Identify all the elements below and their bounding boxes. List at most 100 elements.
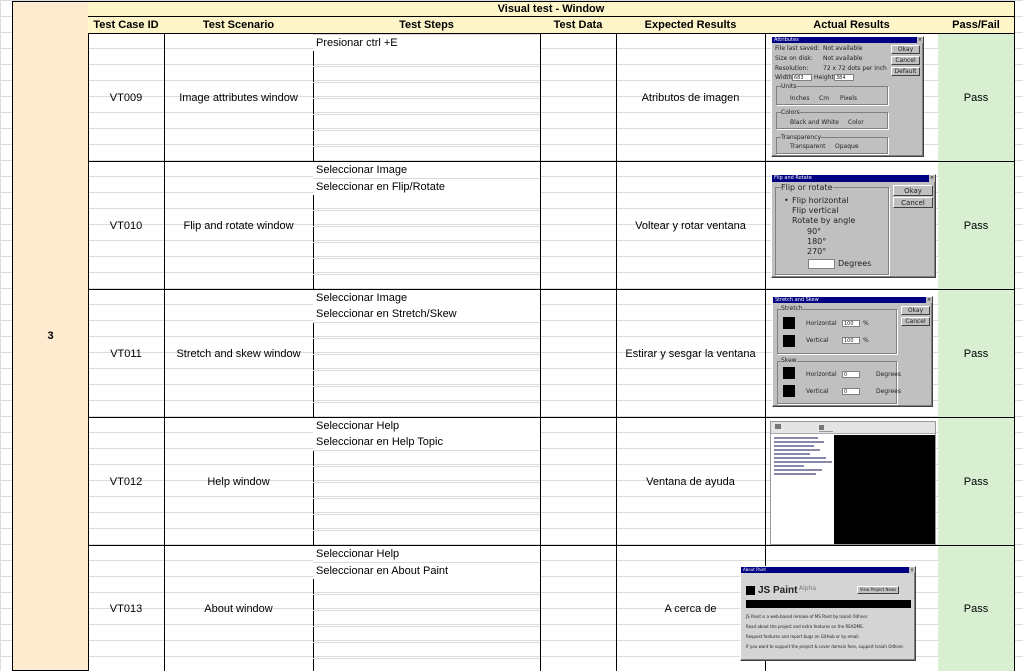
header-label: Test Data xyxy=(553,19,603,31)
test-case-id: VT012 xyxy=(109,475,143,488)
test-steps-cell[interactable]: Seleccionar Help Seleccionar en Help Top… xyxy=(313,418,541,546)
cancel-button: Cancel xyxy=(891,56,920,65)
section-title-cell[interactable]: Visual test - Window xyxy=(88,1,1015,17)
okay-button: Okay xyxy=(901,306,930,315)
expected-results-cell[interactable]: Atributos de imagen xyxy=(616,34,766,162)
dialog-label: % xyxy=(863,320,869,327)
header-test-steps[interactable]: Test Steps xyxy=(313,17,541,34)
radio-label: Flip horizontal xyxy=(792,196,849,205)
test-steps-cell[interactable]: Seleccionar Image Seleccionar en Stretch… xyxy=(313,290,541,418)
pass-fail-value: Pass xyxy=(963,347,989,360)
pass-fail-cell[interactable]: Pass xyxy=(938,34,1015,162)
dialog-label: Degrees xyxy=(838,259,872,268)
test-step: Seleccionar Image xyxy=(313,290,540,306)
dialog-title-bar: Flip and Rotate × xyxy=(772,175,935,182)
radio-label: Pixels xyxy=(840,95,858,102)
stretch-vertical-field: 100 xyxy=(842,337,860,344)
about-text-line: If you want to support the project & cov… xyxy=(746,644,904,649)
radio-label: Black and White xyxy=(790,119,839,126)
stretch-group xyxy=(777,309,897,354)
test-case-id-cell[interactable]: VT012 xyxy=(88,418,165,546)
header-test-data[interactable]: Test Data xyxy=(540,17,617,34)
header-label: Expected Results xyxy=(644,19,737,31)
test-data-cell[interactable] xyxy=(540,34,617,162)
group-label: Flip or rotate xyxy=(781,183,833,192)
test-step: Seleccionar en Stretch/Skew xyxy=(313,306,540,322)
test-scenario: Flip and rotate window xyxy=(183,219,294,232)
expected-results-cell[interactable]: Voltear y rotar ventana xyxy=(616,162,766,290)
test-case-id: VT013 xyxy=(109,603,143,615)
about-text-line: Read about the project and extra feature… xyxy=(746,624,864,629)
dialog-label: Size on disk: xyxy=(775,55,813,62)
header-pass-fail[interactable]: Pass/Fail xyxy=(938,17,1015,34)
app-logo-icon xyxy=(746,586,755,595)
radio-label: Flip vertical xyxy=(792,206,839,215)
header-test-scenario[interactable]: Test Scenario xyxy=(164,17,314,34)
test-case-id-cell[interactable]: VT010 xyxy=(88,162,165,290)
dialog-title-bar: Attributes × xyxy=(772,37,923,43)
test-step: Seleccionar Image xyxy=(313,162,540,178)
test-steps-cell[interactable]: Seleccionar Image Seleccionar en Flip/Ro… xyxy=(313,162,541,290)
expected-results-cell[interactable]: Ventana de ayuda xyxy=(616,418,766,546)
group-label: Units xyxy=(781,83,797,90)
test-scenario-cell[interactable]: About window xyxy=(164,546,314,671)
expected-result: Estirar y sesgar la ventana xyxy=(625,347,756,360)
test-steps-cell[interactable]: Seleccionar Help Seleccionar en About Pa… xyxy=(313,546,541,671)
skew-group xyxy=(777,361,897,404)
header-label: Pass/Fail xyxy=(952,19,1000,31)
test-case-id-cell[interactable]: VT011 xyxy=(88,290,165,418)
test-case-id-cell[interactable]: VT009 xyxy=(88,34,165,162)
expected-results-cell[interactable]: Estirar y sesgar la ventana xyxy=(616,290,766,418)
pass-fail-cell[interactable]: Pass xyxy=(938,546,1015,671)
help-window-screenshot xyxy=(770,421,936,545)
okay-button: Okay xyxy=(893,185,933,196)
radio-label: Cm xyxy=(819,95,830,102)
close-icon: × xyxy=(926,297,932,303)
help-contents-tree xyxy=(772,435,834,544)
header-test-case-id[interactable]: Test Case ID xyxy=(88,17,165,34)
header-label: Test Scenario xyxy=(202,19,275,31)
test-data-cell[interactable] xyxy=(540,418,617,546)
stretch-skew-dialog-screenshot: Stretch and Skew × Stretch Horizontal 100… xyxy=(772,296,933,407)
dialog-title: Stretch and Skew xyxy=(775,297,819,303)
header-label: Test Steps xyxy=(399,19,454,31)
header-actual-results[interactable]: Actual Results xyxy=(765,17,939,34)
pass-fail-cell[interactable]: Pass xyxy=(938,162,1015,290)
test-step: Seleccionar en About Paint xyxy=(313,563,540,579)
dialog-title-bar: About Paint × xyxy=(741,567,915,573)
test-steps-cell[interactable]: Presionar ctrl +E xyxy=(313,34,541,162)
default-button: Default xyxy=(891,67,920,76)
test-step: Seleccionar en Help Topic xyxy=(313,434,540,450)
expected-result: Atributos de imagen xyxy=(641,91,740,104)
dialog-title: About Paint xyxy=(743,567,766,572)
dialog-label: Vertical xyxy=(806,337,829,344)
test-scenario-cell[interactable]: Image attributes window xyxy=(164,34,314,162)
pass-fail-value: Pass xyxy=(963,219,989,232)
test-data-cell[interactable] xyxy=(540,162,617,290)
test-data-cell[interactable] xyxy=(540,546,617,671)
dialog-value: Not available xyxy=(823,55,863,62)
test-scenario-cell[interactable]: Flip and rotate window xyxy=(164,162,314,290)
okay-button: Okay xyxy=(891,45,920,54)
degrees-field xyxy=(808,259,835,269)
about-text-line: JS Paint is a web-based remake of MS Pai… xyxy=(746,614,869,619)
dialog-label: % xyxy=(863,337,869,344)
test-scenario-cell[interactable]: Stretch and skew window xyxy=(164,290,314,418)
pass-fail-cell[interactable]: Pass xyxy=(938,290,1015,418)
pass-fail-cell[interactable]: Pass xyxy=(938,418,1015,546)
test-scenario-cell[interactable]: Help window xyxy=(164,418,314,546)
stretch-horizontal-field: 100 xyxy=(842,320,860,327)
test-case-id: VT011 xyxy=(110,347,142,360)
test-step: Seleccionar Help xyxy=(313,418,540,434)
dialog-label: Vertical xyxy=(806,388,829,395)
header-expected-results[interactable]: Expected Results xyxy=(616,17,766,34)
radio-label: 270° xyxy=(807,247,827,256)
group-id-cell[interactable]: 3 xyxy=(12,1,89,671)
stretch-vertical-icon xyxy=(783,335,795,347)
test-data-cell[interactable] xyxy=(540,290,617,418)
help-content-pane xyxy=(834,435,935,544)
test-scenario: Help window xyxy=(207,475,270,488)
radio-label: 180° xyxy=(807,237,827,246)
test-case-id-cell[interactable]: VT013 xyxy=(88,546,165,671)
about-text-line: Request features and report bugs on GitH… xyxy=(746,634,860,639)
